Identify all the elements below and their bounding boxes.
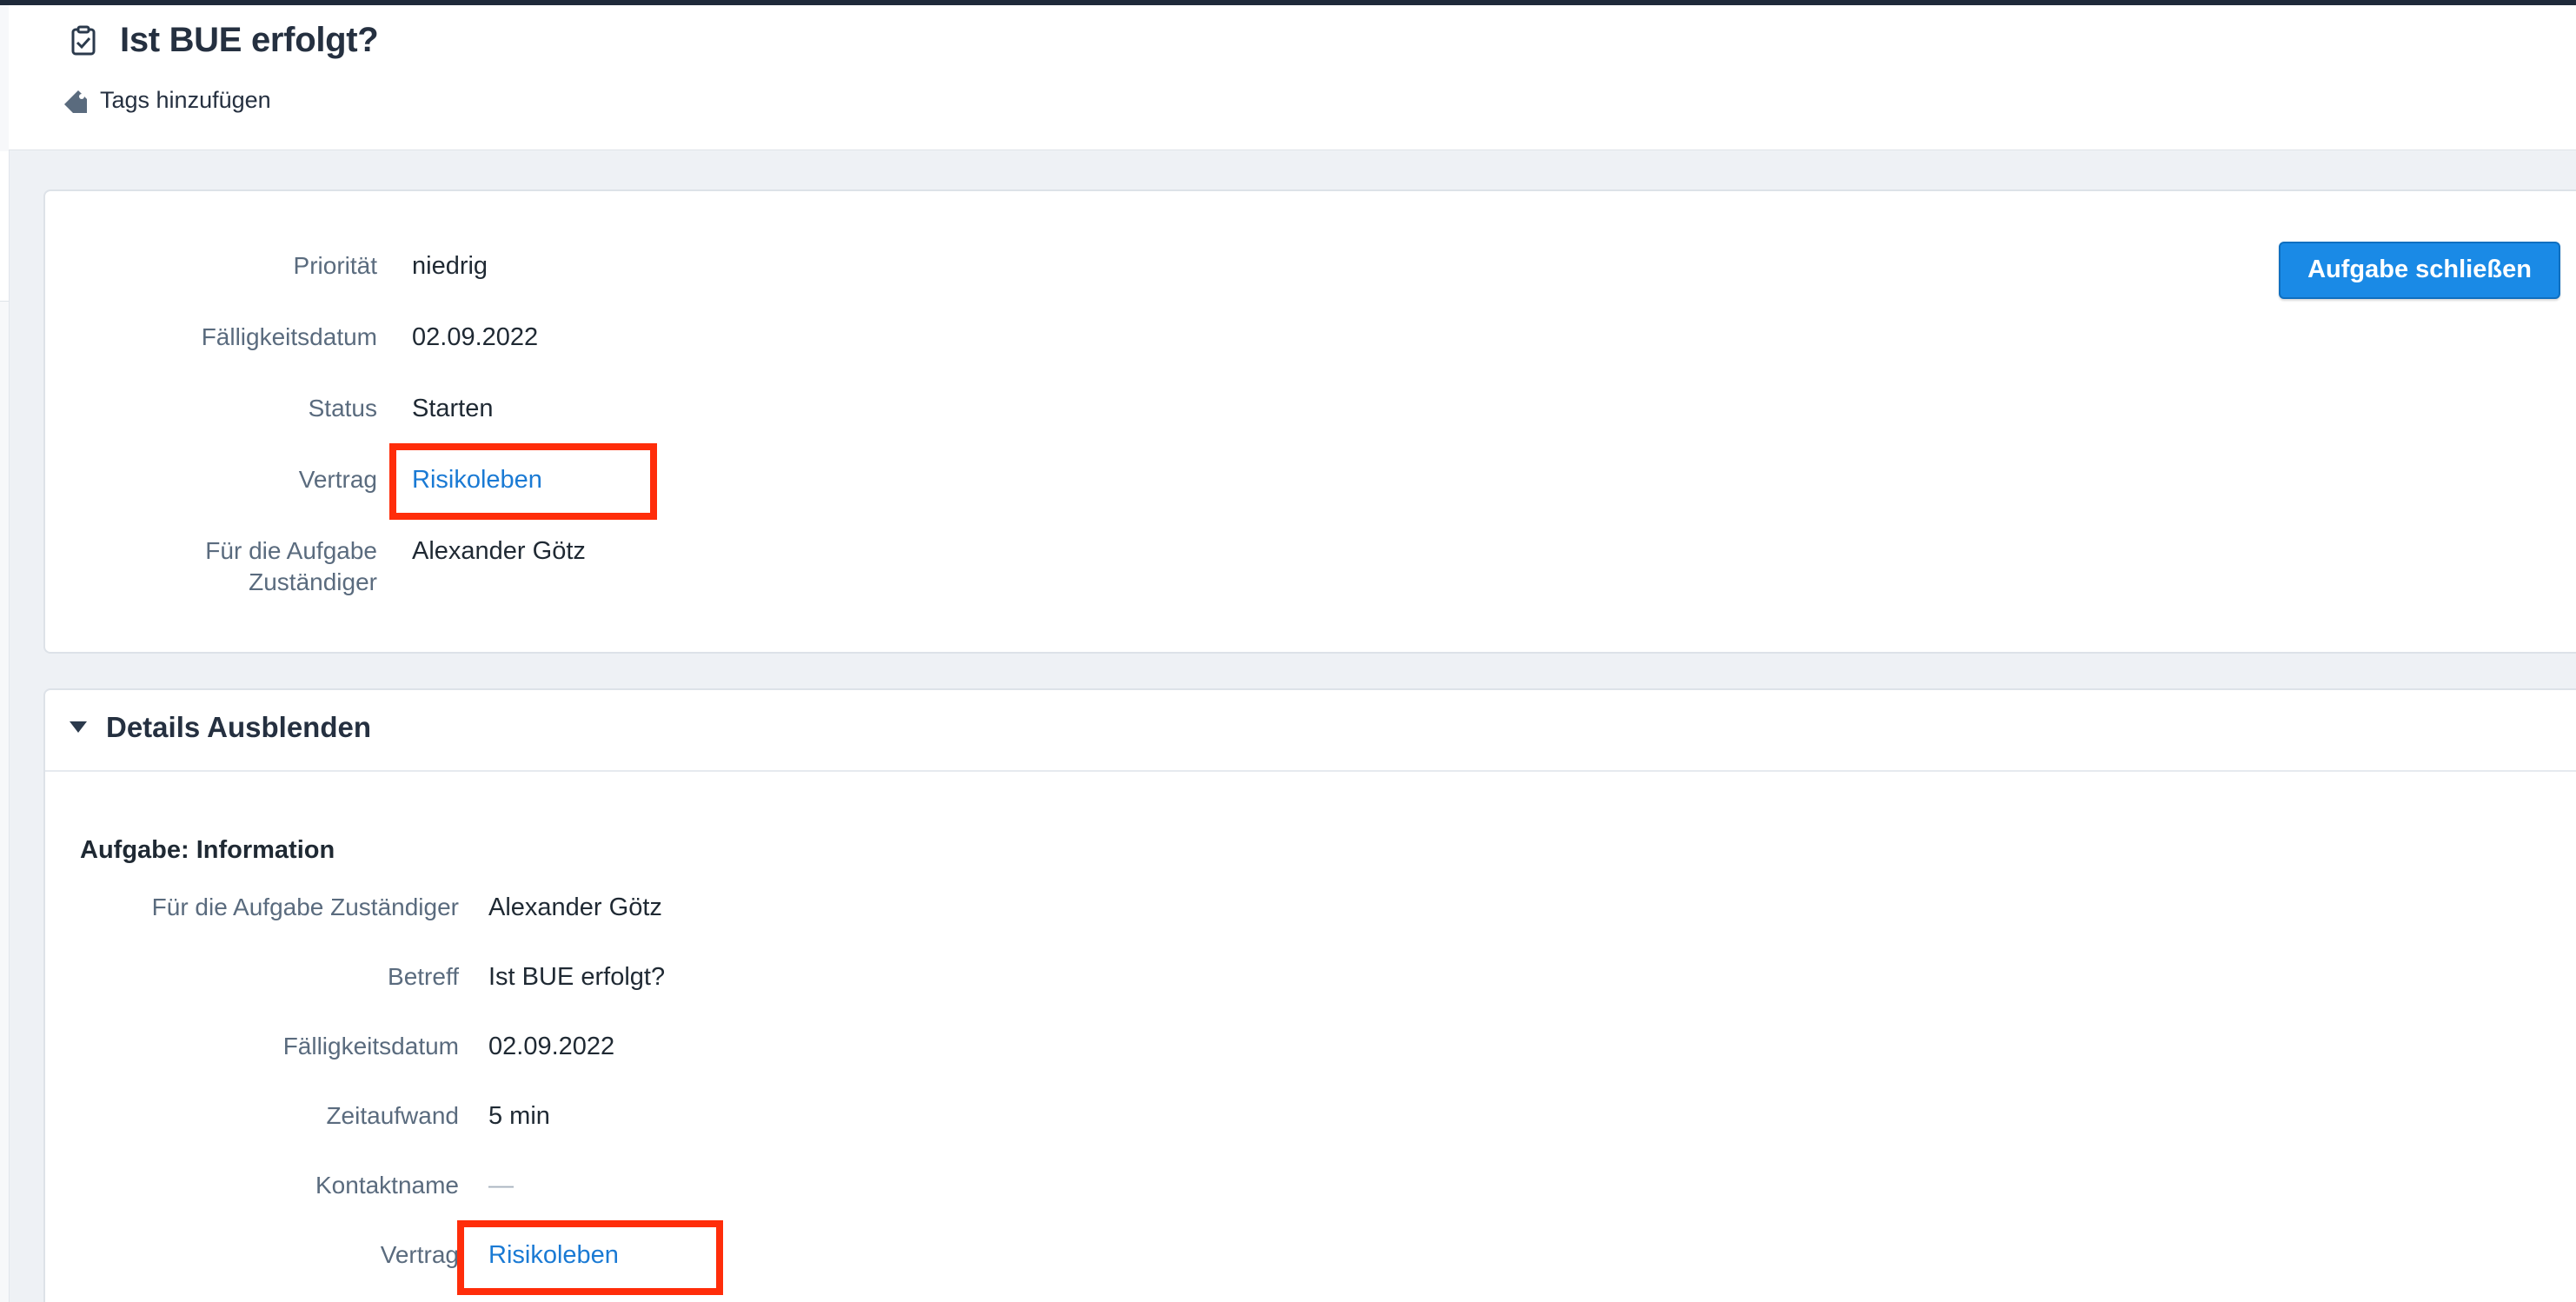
close-task-button[interactable]: Aufgabe schließen bbox=[2279, 242, 2560, 299]
caret-down-icon bbox=[70, 721, 87, 733]
detail-assignee-value: Alexander Götz bbox=[488, 893, 662, 921]
time-effort-label: Zeitaufwand bbox=[326, 1102, 459, 1129]
assignee-label-line1: Für die Aufgabe bbox=[205, 537, 377, 564]
assignee-value: Alexander Götz bbox=[412, 537, 586, 565]
task-summary-card: Priorität niedrig Fälligkeitsdatum 02.09… bbox=[43, 189, 2576, 654]
contact-name-value: — bbox=[488, 1172, 514, 1199]
priority-value: niedrig bbox=[412, 252, 488, 280]
contract-label: Vertrag bbox=[298, 466, 377, 493]
priority-label: Priorität bbox=[293, 252, 377, 279]
assignee-label-line2: Zuständiger bbox=[249, 568, 377, 595]
detail-due-date-value: 02.09.2022 bbox=[488, 1033, 615, 1060]
subject-label: Betreff bbox=[388, 963, 459, 990]
page-title: Ist BUE erfolgt? bbox=[120, 21, 379, 59]
detail-contract-label: Vertrag bbox=[380, 1241, 459, 1268]
detail-due-date-label: Fälligkeitsdatum bbox=[282, 1033, 459, 1060]
status-label: Status bbox=[308, 395, 377, 422]
sidebar-edge-segment bbox=[0, 151, 9, 302]
task-details-card: Details Ausblenden Aufgabe: Information … bbox=[43, 688, 2576, 1302]
left-sidebar-edge bbox=[0, 5, 10, 1302]
contact-name-label: Kontaktname bbox=[315, 1172, 459, 1199]
section-title: Aufgabe: Information bbox=[80, 836, 335, 864]
status-value: Starten bbox=[412, 395, 494, 422]
time-effort-value: 5 min bbox=[488, 1102, 550, 1130]
details-toggle[interactable]: Details Ausblenden bbox=[45, 690, 2576, 772]
task-header: Ist BUE erfolgt? Tags hinzufügen bbox=[9, 5, 2576, 150]
detail-assignee-label: Für die Aufgabe Zuständiger bbox=[151, 893, 459, 920]
due-date-label: Fälligkeitsdatum bbox=[201, 323, 377, 350]
subject-value: Ist BUE erfolgt? bbox=[488, 963, 666, 991]
due-date-value: 02.09.2022 bbox=[412, 323, 539, 351]
tag-icon[interactable] bbox=[61, 87, 92, 118]
add-tags-link[interactable]: Tags hinzufügen bbox=[100, 87, 271, 114]
task-checkbox-icon bbox=[71, 25, 96, 56]
details-toggle-label: Details Ausblenden bbox=[106, 711, 372, 743]
highlight-box bbox=[457, 1220, 723, 1295]
highlight-box bbox=[389, 443, 657, 520]
